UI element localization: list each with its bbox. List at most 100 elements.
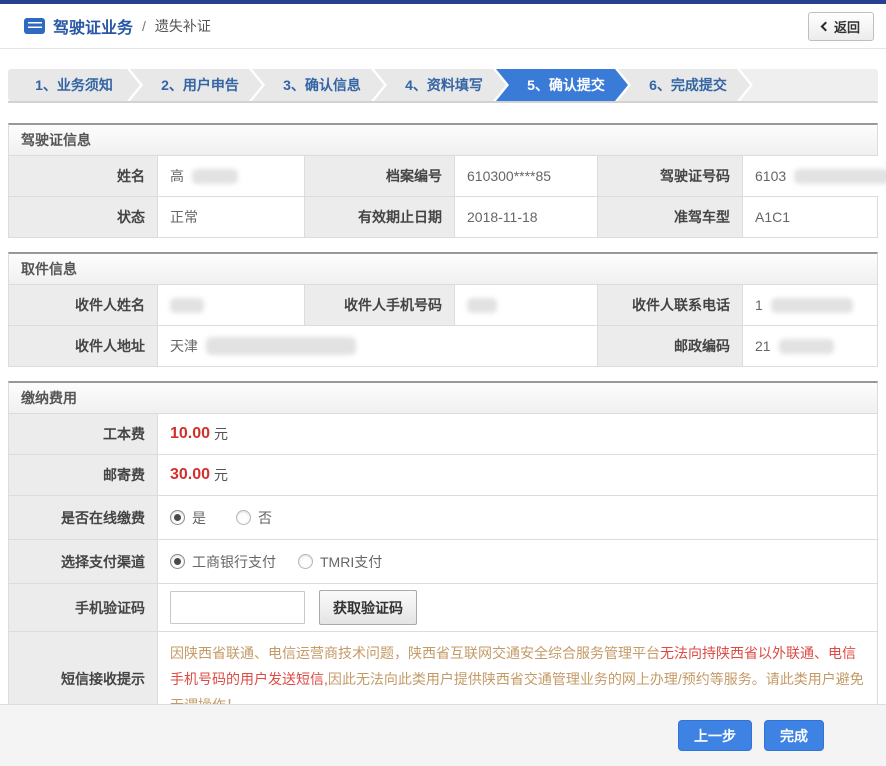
radio-pay-online-yes[interactable]: 是 bbox=[170, 508, 206, 528]
table-row: 状态 正常 有效期止日期 2018-11-18 准驾车型 A1C1 bbox=[9, 197, 877, 237]
step-6-complete-submit: 6、完成提交 bbox=[618, 69, 750, 101]
field-text: 1 bbox=[755, 297, 763, 313]
redaction-blur bbox=[170, 298, 204, 313]
table-row: 工本费 10.00元 bbox=[9, 414, 877, 455]
field-value-expiry-date: 2018-11-18 bbox=[455, 197, 598, 237]
table-row: 选择支付渠道 工商银行支付 TMRI支付 bbox=[9, 540, 877, 584]
radio-label: 是 bbox=[192, 508, 206, 528]
field-label-recipient-name: 收件人姓名 bbox=[9, 285, 158, 325]
field-value-license-number: 6103 bbox=[743, 156, 886, 196]
section-license-info: 驾驶证信息 姓名 高 档案编号 610300****85 驾驶证号码 6103 … bbox=[8, 123, 878, 238]
breadcrumb-separator: / bbox=[142, 18, 146, 34]
field-label-production-fee: 工本费 bbox=[9, 414, 158, 454]
sms-code-input[interactable] bbox=[170, 591, 305, 624]
field-text: 正常 bbox=[170, 207, 198, 227]
field-label-status: 状态 bbox=[9, 197, 158, 237]
field-value-mailing-fee: 30.00元 bbox=[158, 455, 877, 495]
field-label-pay-online: 是否在线缴费 bbox=[9, 496, 158, 539]
fee-amount: 30.00 bbox=[170, 466, 210, 484]
field-value-status: 正常 bbox=[158, 197, 305, 237]
field-label-name: 姓名 bbox=[9, 156, 158, 196]
field-label-expiry-date: 有效期止日期 bbox=[305, 197, 455, 237]
section-title: 缴纳费用 bbox=[9, 383, 877, 414]
field-value-vehicle-class: A1C1 bbox=[743, 197, 877, 237]
section-pickup-info: 取件信息 收件人姓名 收件人手机号码 收件人联系电话 1 收件人地址 天津 邮政… bbox=[8, 252, 878, 367]
step-label: 4、资料填写 bbox=[405, 75, 483, 95]
step-label: 5、确认提交 bbox=[527, 75, 605, 95]
table-row: 是否在线缴费 是 否 bbox=[9, 496, 877, 540]
field-text: 2018-11-18 bbox=[467, 209, 538, 225]
field-text: 高 bbox=[170, 166, 184, 186]
radio-pay-online-no[interactable]: 否 bbox=[236, 508, 272, 528]
step-bar-filler bbox=[740, 69, 878, 101]
page-title: 驾驶证业务 bbox=[53, 14, 133, 38]
radio-selected-icon bbox=[170, 554, 185, 569]
field-label-sms-code: 手机验证码 bbox=[9, 584, 158, 631]
step-2-user-declaration: 2、用户申告 bbox=[130, 69, 262, 101]
table-row: 收件人地址 天津 邮政编码 21 bbox=[9, 326, 877, 366]
notice-plain-text: 因陕西省联通、电信运营商技术问题，陕西省互联网交通安全综合服务管理平台 bbox=[170, 645, 660, 661]
step-label: 3、确认信息 bbox=[283, 75, 361, 95]
step-label: 6、完成提交 bbox=[649, 75, 727, 95]
chevron-left-icon bbox=[821, 22, 831, 32]
page-header: 驾驶证业务 / 遗失补证 返回 bbox=[0, 4, 886, 49]
table-row: 邮寄费 30.00元 bbox=[9, 455, 877, 496]
table-row: 收件人姓名 收件人手机号码 收件人联系电话 1 bbox=[9, 285, 877, 326]
step-5-confirm-submit: 5、确认提交 bbox=[496, 69, 628, 101]
redaction-blur bbox=[206, 337, 356, 355]
field-value-pay-online: 是 否 bbox=[158, 496, 877, 539]
breadcrumb: 驾驶证业务 / 遗失补证 bbox=[24, 14, 211, 38]
redaction-blur bbox=[467, 298, 497, 313]
field-text: 610300****85 bbox=[467, 168, 551, 184]
field-label-recipient-address: 收件人地址 bbox=[9, 326, 158, 366]
table-row: 手机验证码 获取验证码 bbox=[9, 584, 877, 632]
radio-unselected-icon bbox=[236, 510, 251, 525]
field-text: 6103 bbox=[755, 168, 786, 184]
field-value-payment-channel: 工商银行支付 TMRI支付 bbox=[158, 540, 877, 583]
field-value-name: 高 bbox=[158, 156, 305, 196]
redaction-blur bbox=[794, 169, 886, 184]
back-button-label: 返回 bbox=[834, 17, 860, 36]
section-title: 取件信息 bbox=[9, 254, 877, 285]
step-3-confirm-info: 3、确认信息 bbox=[252, 69, 384, 101]
document-icon bbox=[24, 18, 45, 34]
step-4-fill-data: 4、资料填写 bbox=[374, 69, 506, 101]
radio-channel-icbc[interactable]: 工商银行支付 bbox=[170, 552, 276, 572]
redaction-blur bbox=[192, 169, 238, 184]
step-progress-bar: 1、业务须知 2、用户申告 3、确认信息 4、资料填写 5、确认提交 6、完成提… bbox=[8, 69, 878, 103]
section-title: 驾驶证信息 bbox=[9, 125, 877, 156]
field-value-recipient-phone: 1 bbox=[743, 285, 877, 325]
step-label: 2、用户申告 bbox=[161, 75, 239, 95]
fee-amount: 10.00 bbox=[170, 425, 210, 443]
finish-button[interactable]: 完成 bbox=[764, 720, 824, 751]
back-button[interactable]: 返回 bbox=[808, 12, 874, 41]
step-1-business-notice: 1、业务须知 bbox=[8, 69, 140, 101]
field-value-recipient-mobile bbox=[455, 285, 598, 325]
field-value-recipient-address: 天津 bbox=[158, 326, 598, 366]
radio-label: 工商银行支付 bbox=[192, 552, 276, 572]
field-value-recipient-name bbox=[158, 285, 305, 325]
radio-label: 否 bbox=[258, 508, 272, 528]
field-label-payment-channel: 选择支付渠道 bbox=[9, 540, 158, 583]
field-label-mailing-fee: 邮寄费 bbox=[9, 455, 158, 495]
field-value-production-fee: 10.00元 bbox=[158, 414, 877, 454]
radio-channel-tmri[interactable]: TMRI支付 bbox=[298, 552, 382, 572]
field-label-postal-code: 邮政编码 bbox=[598, 326, 743, 366]
radio-selected-icon bbox=[170, 510, 185, 525]
field-label-recipient-phone: 收件人联系电话 bbox=[598, 285, 743, 325]
field-label-file-number: 档案编号 bbox=[305, 156, 455, 196]
redaction-blur bbox=[779, 339, 834, 354]
step-label: 1、业务须知 bbox=[35, 75, 113, 95]
radio-label: TMRI支付 bbox=[320, 552, 382, 572]
field-value-postal-code: 21 bbox=[743, 326, 877, 366]
main-content: 驾驶证信息 姓名 高 档案编号 610300****85 驾驶证号码 6103 … bbox=[0, 103, 886, 727]
field-text: 天津 bbox=[170, 336, 198, 356]
redaction-blur bbox=[771, 298, 853, 313]
field-label-license-number: 驾驶证号码 bbox=[598, 156, 743, 196]
previous-step-button[interactable]: 上一步 bbox=[678, 720, 752, 751]
radio-unselected-icon bbox=[298, 554, 313, 569]
field-label-vehicle-class: 准驾车型 bbox=[598, 197, 743, 237]
field-value-file-number: 610300****85 bbox=[455, 156, 598, 196]
get-sms-code-button[interactable]: 获取验证码 bbox=[319, 590, 417, 625]
table-row: 姓名 高 档案编号 610300****85 驾驶证号码 6103 bbox=[9, 156, 877, 197]
